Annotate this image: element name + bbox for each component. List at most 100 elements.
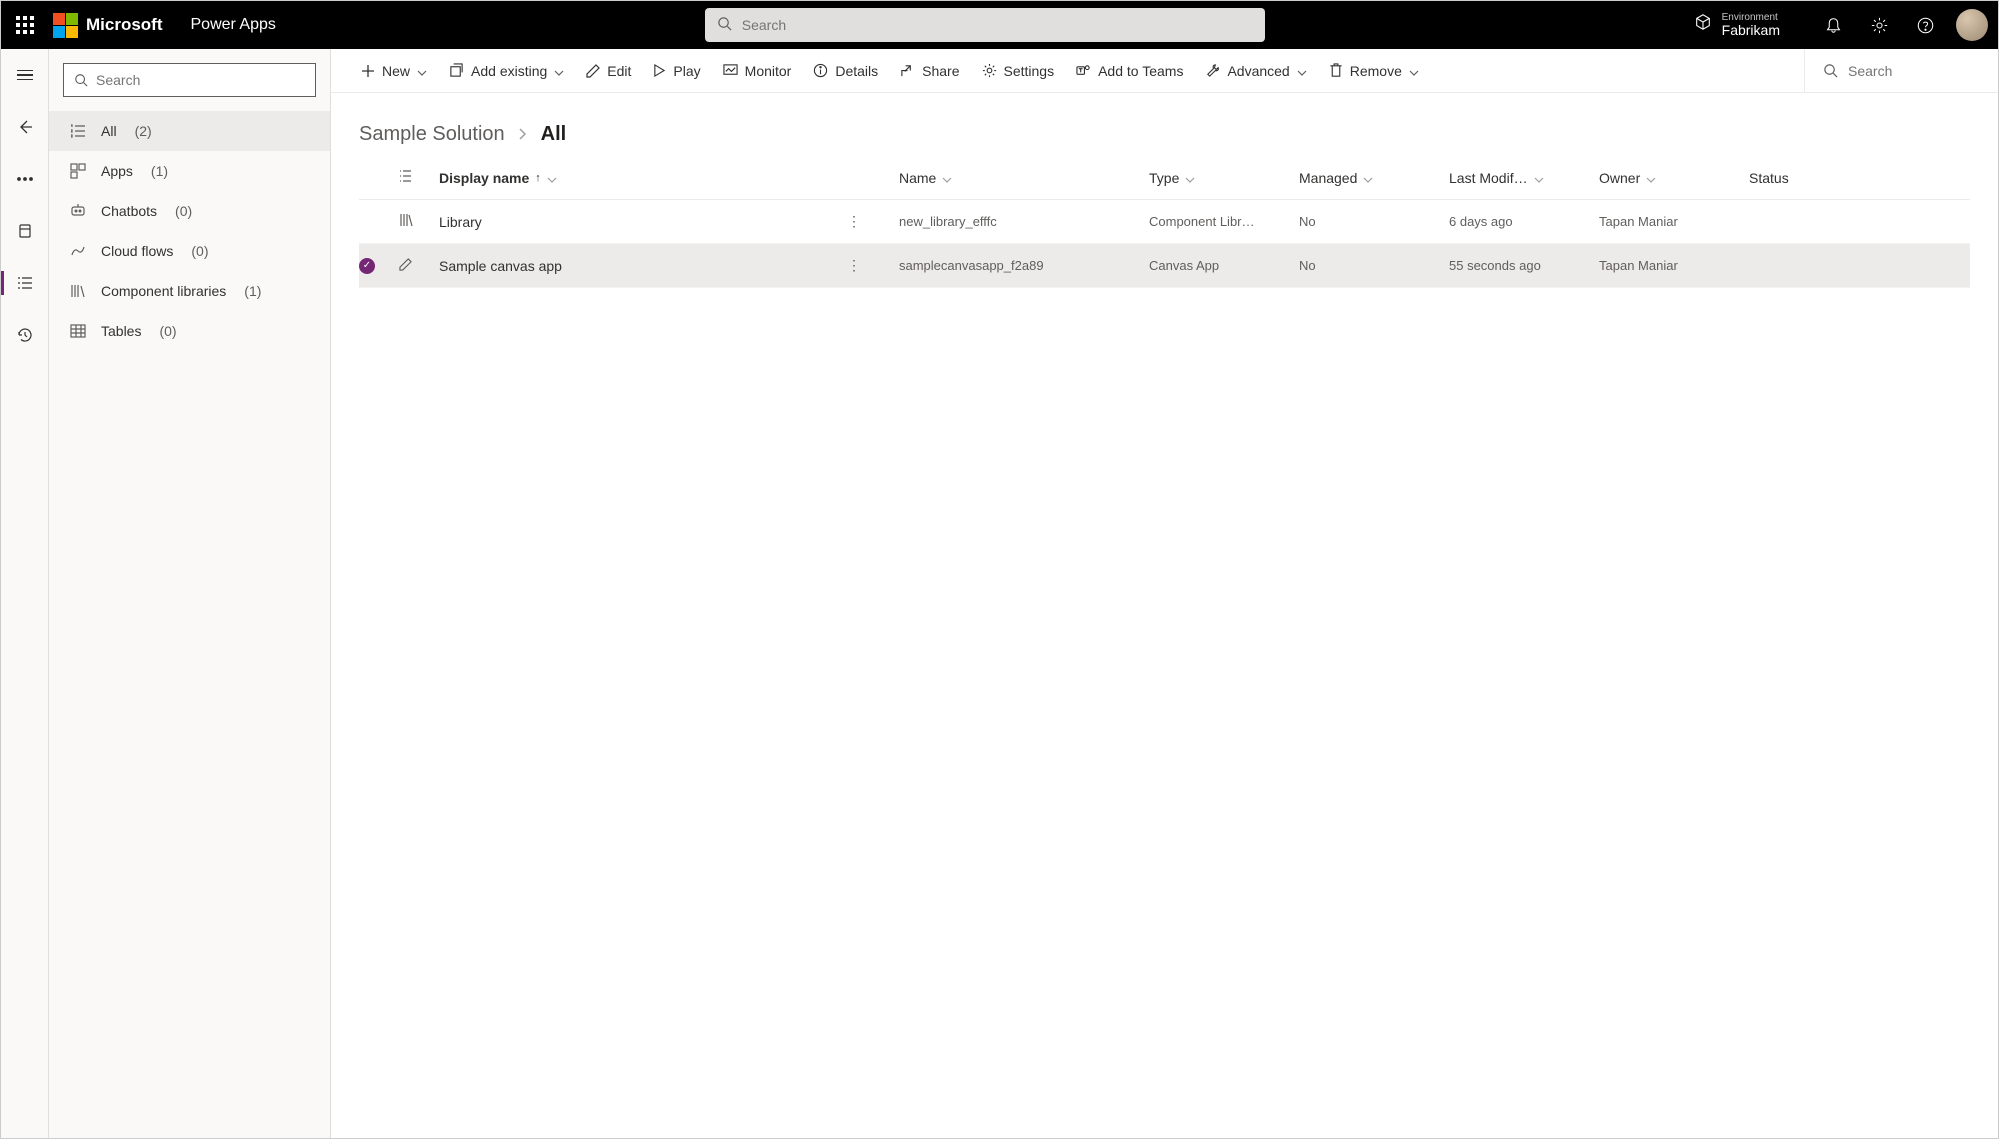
table-search-input[interactable] (1848, 63, 1978, 79)
chevron-right-icon (519, 127, 527, 143)
tree-item-apps[interactable]: Apps (1) (49, 151, 330, 191)
row-edit-icon[interactable] (399, 258, 439, 274)
remove-label: Remove (1350, 63, 1402, 79)
add-existing-button[interactable]: Add existing (439, 49, 574, 92)
bell-icon (1825, 17, 1842, 34)
help-button[interactable] (1904, 1, 1946, 49)
tree-item-tables[interactable]: Tables (0) (49, 311, 330, 351)
rail-overview-button[interactable] (5, 267, 45, 299)
breadcrumb-current: All (541, 123, 567, 146)
environment-icon (1694, 13, 1712, 36)
canvas-icon (17, 223, 33, 239)
rail-hamburger-button[interactable] (5, 59, 45, 91)
remove-button[interactable]: Remove (1319, 49, 1429, 92)
tree-search[interactable] (63, 63, 316, 97)
info-icon (813, 63, 828, 78)
tree-item-chatbots[interactable]: Chatbots (0) (49, 191, 330, 231)
global-search[interactable] (705, 8, 1265, 42)
tree-item-count: (0) (175, 203, 192, 219)
teams-icon (1076, 63, 1091, 78)
monitor-button[interactable]: Monitor (713, 49, 802, 92)
cell-display-name: Sample canvas app (439, 258, 562, 274)
tree-item-count: (0) (191, 243, 208, 259)
cell-owner: Tapan Maniar (1599, 214, 1749, 229)
tree-item-label: Tables (101, 323, 141, 339)
environment-value: Fabrikam (1722, 23, 1780, 38)
settings-button[interactable] (1858, 1, 1900, 49)
col-name[interactable]: Name (899, 170, 1149, 186)
breadcrumb: Sample Solution All (331, 93, 1998, 156)
microsoft-logo: Microsoft (53, 13, 163, 38)
tree-list: All (2) Apps (1) Chatbots (0) Cloud flow… (49, 111, 330, 351)
global-search-input[interactable] (742, 17, 1253, 33)
tree-item-count: (1) (151, 163, 168, 179)
table-row[interactable]: Library ⋮ new_library_efffc Component Li… (359, 200, 1970, 244)
row-menu-button[interactable]: ⋮ (847, 257, 869, 274)
microsoft-squares-icon (53, 13, 78, 38)
sequence-icon[interactable] (399, 169, 439, 186)
flow-icon (69, 243, 87, 259)
library-icon (69, 283, 87, 299)
row-menu-button[interactable]: ⋮ (847, 213, 869, 230)
col-managed[interactable]: Managed (1299, 170, 1449, 186)
chatbot-icon (69, 203, 87, 219)
table-search[interactable] (1804, 49, 1978, 92)
col-label: Status (1749, 170, 1789, 186)
chevron-down-icon (1185, 170, 1195, 186)
tree-item-componentlibraries[interactable]: Component libraries (1) (49, 271, 330, 311)
tree-search-input[interactable] (96, 72, 305, 88)
table-row[interactable]: ✓ Sample canvas app ⋮ samplecanvasapp_f2… (359, 244, 1970, 288)
settings-button[interactable]: Settings (972, 49, 1065, 92)
row-type-icon (399, 213, 439, 230)
settings-label: Settings (1004, 63, 1055, 79)
table-icon (69, 323, 87, 339)
history-icon (17, 327, 33, 343)
pencil-icon (586, 64, 600, 78)
rail-objects-button[interactable] (5, 215, 45, 247)
search-icon (1823, 63, 1838, 78)
rail-history-button[interactable] (5, 319, 45, 351)
tree-item-label: Cloud flows (101, 243, 173, 259)
edit-button[interactable]: Edit (576, 49, 641, 92)
global-header: Microsoft Power Apps Environment Fabrika… (1, 1, 1998, 49)
col-display-name[interactable]: Display name ↑ (439, 170, 899, 186)
tree-item-count: (2) (135, 123, 152, 139)
app-launcher-button[interactable] (1, 1, 49, 49)
col-label: Managed (1299, 170, 1357, 186)
chevron-down-icon (1297, 63, 1307, 79)
cell-owner: Tapan Maniar (1599, 258, 1749, 273)
add-existing-icon (449, 63, 464, 78)
environment-picker[interactable]: Environment Fabrikam (1694, 12, 1780, 38)
breadcrumb-parent[interactable]: Sample Solution (359, 123, 505, 146)
col-label: Name (899, 170, 936, 186)
share-button[interactable]: Share (890, 49, 969, 92)
new-button[interactable]: New (351, 49, 437, 92)
col-last-modified[interactable]: Last Modif… (1449, 170, 1599, 186)
arrow-left-icon (17, 119, 33, 135)
notifications-button[interactable] (1812, 1, 1854, 49)
details-button[interactable]: Details (803, 49, 888, 92)
col-status[interactable]: Status (1749, 170, 1859, 186)
col-owner[interactable]: Owner (1599, 170, 1749, 186)
tree-item-cloudflows[interactable]: Cloud flows (0) (49, 231, 330, 271)
user-avatar[interactable] (1956, 9, 1988, 41)
add-to-teams-button[interactable]: Add to Teams (1066, 49, 1193, 92)
cell-name: new_library_efffc (899, 214, 1149, 229)
chevron-down-icon (554, 63, 564, 79)
rail-back-button[interactable] (5, 111, 45, 143)
tree-item-all[interactable]: All (2) (49, 111, 330, 151)
col-type[interactable]: Type (1149, 170, 1299, 186)
cell-type: Component Libr… (1149, 214, 1299, 229)
row-select[interactable]: ✓ (359, 258, 399, 274)
advanced-button[interactable]: Advanced (1195, 49, 1316, 92)
check-circle-icon: ✓ (359, 258, 375, 274)
play-button[interactable]: Play (643, 49, 710, 92)
trash-icon (1329, 63, 1343, 78)
tree-item-label: All (101, 123, 117, 139)
question-icon (1917, 17, 1934, 34)
new-label: New (382, 63, 410, 79)
rail-more-button[interactable] (5, 163, 45, 195)
share-icon (900, 63, 915, 78)
waffle-icon (16, 16, 34, 34)
more-horizontal-icon (17, 177, 33, 181)
